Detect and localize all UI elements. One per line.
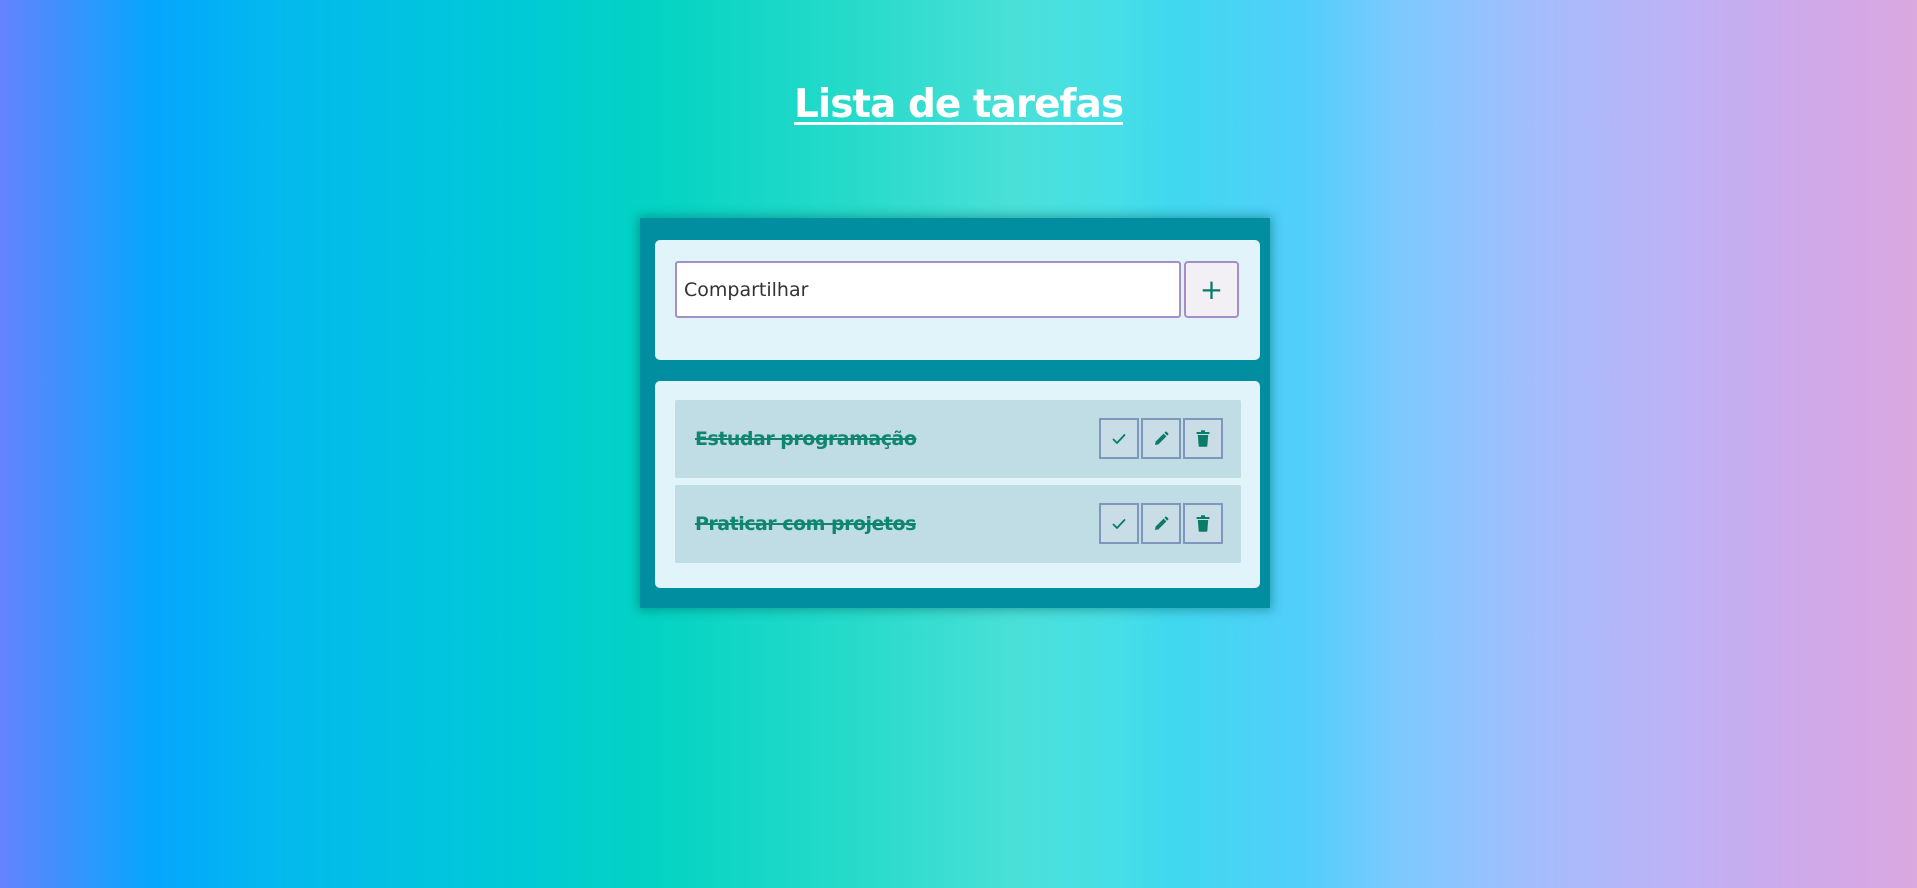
task-list: Estudar programação Praticar com projeto…: [655, 381, 1260, 588]
todo-card: + Estudar programação: [640, 218, 1270, 608]
check-icon: [1112, 433, 1126, 445]
page-title: Lista de tarefas: [793, 82, 1124, 127]
pencil-icon: [1153, 516, 1169, 532]
trash-icon: [1196, 430, 1210, 447]
finish-task-button[interactable]: [1099, 503, 1139, 544]
delete-task-button[interactable]: [1183, 503, 1223, 544]
task-input[interactable]: [675, 261, 1181, 318]
trash-icon: [1196, 515, 1210, 532]
task-item: Estudar programação: [675, 400, 1241, 478]
task-actions: [1099, 418, 1223, 460]
check-icon: [1112, 518, 1126, 530]
pencil-icon: [1153, 431, 1169, 447]
todo-form: +: [655, 240, 1260, 360]
finish-task-button[interactable]: [1099, 418, 1139, 459]
task-actions: [1099, 503, 1223, 545]
edit-task-button[interactable]: [1141, 503, 1181, 544]
task-item: Praticar com projetos: [675, 485, 1241, 563]
task-text: Estudar programação: [695, 428, 917, 450]
task-text: Praticar com projetos: [695, 513, 916, 535]
delete-task-button[interactable]: [1183, 418, 1223, 459]
edit-task-button[interactable]: [1141, 418, 1181, 459]
add-task-button[interactable]: +: [1184, 261, 1239, 318]
